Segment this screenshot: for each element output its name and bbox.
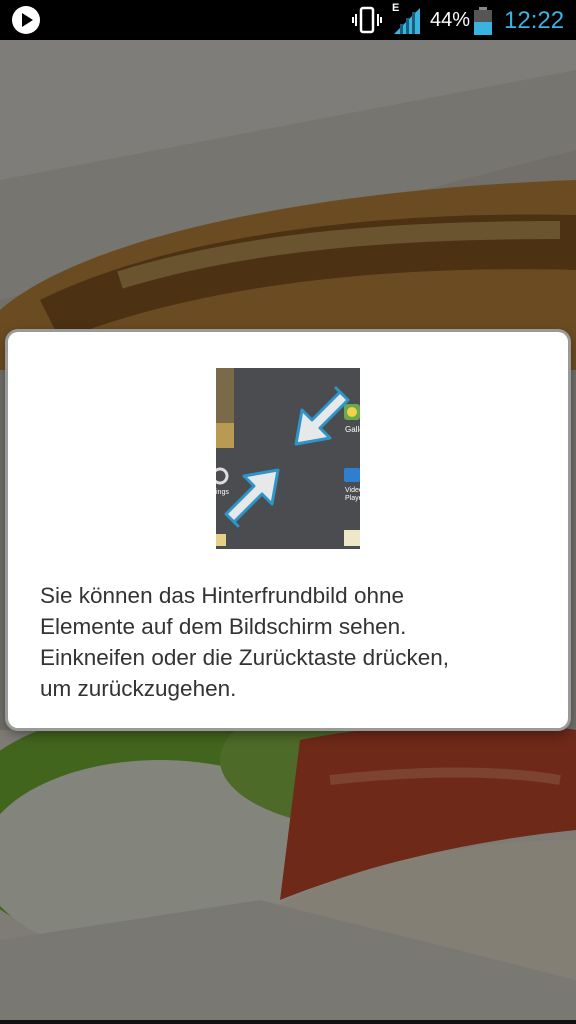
svg-text:Video: Video [345, 487, 360, 494]
pinch-gesture-illustration: Galler Video Player ings [216, 368, 360, 549]
signal-strength-icon [394, 8, 420, 34]
battery-icon [474, 7, 492, 35]
bottom-edge [0, 1020, 576, 1024]
gallery-app-label: Galler [345, 425, 360, 434]
svg-text:ings: ings [216, 489, 229, 496]
dialog-message: Sie können das Hinterfrundbild ohne Elem… [40, 583, 449, 701]
wallpaper-hint-dialog: Galler Video Player ings Sie können das … [8, 332, 568, 728]
status-bar: E 44% 12:22 [0, 0, 576, 40]
color-bars-app-icon [344, 530, 360, 546]
vibrate-icon [352, 6, 382, 34]
play-notification-icon[interactable] [12, 6, 40, 34]
battery-percent: 44% [430, 9, 471, 31]
clock-time: 12:22 [504, 7, 565, 34]
svg-text:Player: Player [345, 495, 360, 502]
video-player-app-icon [344, 468, 360, 482]
